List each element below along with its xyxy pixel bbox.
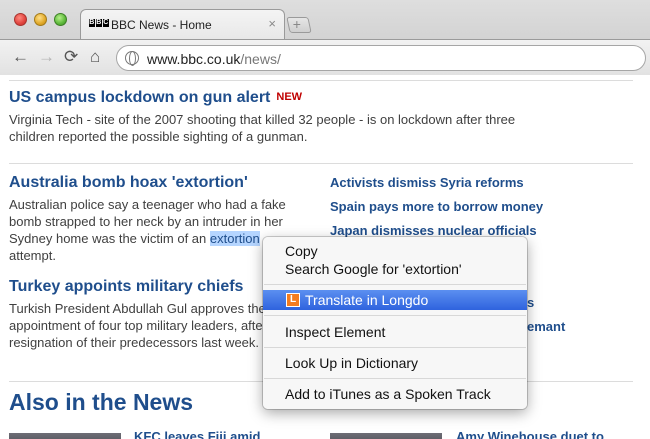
reload-icon[interactable]: ⟳ — [64, 48, 78, 66]
menu-item-inspect-element[interactable]: Inspect Element — [263, 322, 527, 342]
back-arrow-icon[interactable]: ← — [12, 48, 29, 66]
summary-line: children reported the possible sighting … — [9, 129, 308, 144]
news-thumbnail-image[interactable] — [330, 433, 442, 439]
plus-icon: + — [292, 16, 301, 32]
summary-line: Sydney home was the victim of an extorti… — [9, 230, 286, 247]
menu-item-add-to-itunes[interactable]: Add to iTunes as a Spoken Track — [263, 384, 527, 404]
divider — [9, 80, 633, 81]
section-heading: Also in the News — [9, 389, 194, 415]
story-headline-link[interactable]: US campus lockdown on gun alert NEW — [9, 89, 302, 107]
summary-line: Australian police say a teenager who had… — [9, 197, 286, 212]
url-text[interactable]: www.bbc.co.uk/news/ — [147, 51, 281, 67]
side-news-link[interactable]: Spain pays more to borrow money — [330, 199, 543, 214]
also-news-link[interactable]: Amy Winehouse duet to — [456, 429, 604, 439]
browser-chrome: BBC BBC News - Home × + ← → ⟳ ⌂ www.bbc.… — [0, 0, 650, 75]
story-summary: Virginia Tech - site of the 2007 shootin… — [9, 111, 515, 145]
context-menu: Copy Search Google for 'extortion' L Tra… — [263, 237, 527, 409]
summary-text: Sydney home was the victim of an — [9, 231, 210, 246]
menu-separator — [264, 378, 526, 379]
divider — [9, 163, 633, 164]
close-window-button[interactable] — [14, 13, 27, 26]
story-summary: Turkish President Abdullah Gul approves … — [9, 300, 266, 351]
news-thumbnail-image[interactable] — [9, 433, 121, 439]
bbc-logo-icon: BBC — [89, 19, 109, 27]
home-icon[interactable]: ⌂ — [90, 48, 100, 66]
side-news-link[interactable]: Japan dismisses nuclear officials — [330, 223, 537, 238]
new-tab-button[interactable]: + — [286, 16, 312, 33]
story-headline-text: US campus lockdown on gun alert — [9, 89, 271, 106]
globe-icon — [125, 51, 139, 66]
summary-line: appointment of four top military leaders… — [9, 318, 263, 333]
menu-item-copy[interactable]: Copy — [263, 241, 527, 261]
selected-word[interactable]: extortion — [209, 231, 260, 246]
menu-separator — [264, 315, 526, 316]
menu-separator — [264, 347, 526, 348]
toolbar: ← → ⟳ ⌂ www.bbc.co.uk/news/ — [0, 39, 650, 75]
side-news-link[interactable]: s — [527, 295, 534, 310]
tab-title: BBC News - Home — [111, 18, 212, 32]
summary-line: bomb strapped to her neck by an intruder… — [9, 214, 283, 229]
menu-item-look-up-dictionary[interactable]: Look Up in Dictionary — [263, 353, 527, 373]
menu-separator — [264, 284, 526, 285]
also-news-link[interactable]: KFC leaves Fiji amid — [134, 429, 260, 439]
story-headline-link[interactable]: Australia bomb hoax 'extortion' — [9, 174, 248, 192]
url-path: /news/ — [240, 51, 281, 67]
menu-item-search-google[interactable]: Search Google for 'extortion' — [263, 259, 527, 279]
zoom-window-button[interactable] — [54, 13, 67, 26]
minimize-window-button[interactable] — [34, 13, 47, 26]
summary-line: Virginia Tech - site of the 2007 shootin… — [9, 112, 516, 127]
menu-item-translate-longdo[interactable]: L Translate in Longdo — [263, 290, 527, 310]
new-badge: NEW — [276, 91, 303, 103]
longdo-icon: L — [286, 293, 300, 307]
url-host: www.bbc.co.uk — [147, 51, 241, 67]
summary-line: attempt. — [9, 248, 56, 263]
tab-close-icon[interactable]: × — [268, 16, 276, 31]
side-news-link[interactable]: emant — [527, 319, 565, 334]
side-news-link[interactable]: Activists dismiss Syria reforms — [330, 175, 524, 190]
story-headline-link[interactable]: Turkey appoints military chiefs — [9, 278, 243, 296]
address-bar[interactable]: www.bbc.co.uk/news/ — [116, 45, 646, 71]
menu-item-label: Translate in Longdo — [305, 292, 429, 308]
summary-line: Turkish President Abdullah Gul approves … — [9, 301, 266, 316]
story-summary: Australian police say a teenager who had… — [9, 196, 286, 264]
tab-bbc-news[interactable]: BBC BBC News - Home × — [80, 9, 285, 39]
forward-arrow-icon[interactable]: → — [38, 48, 55, 66]
summary-line: resignation of their predecessors last w… — [9, 335, 260, 350]
